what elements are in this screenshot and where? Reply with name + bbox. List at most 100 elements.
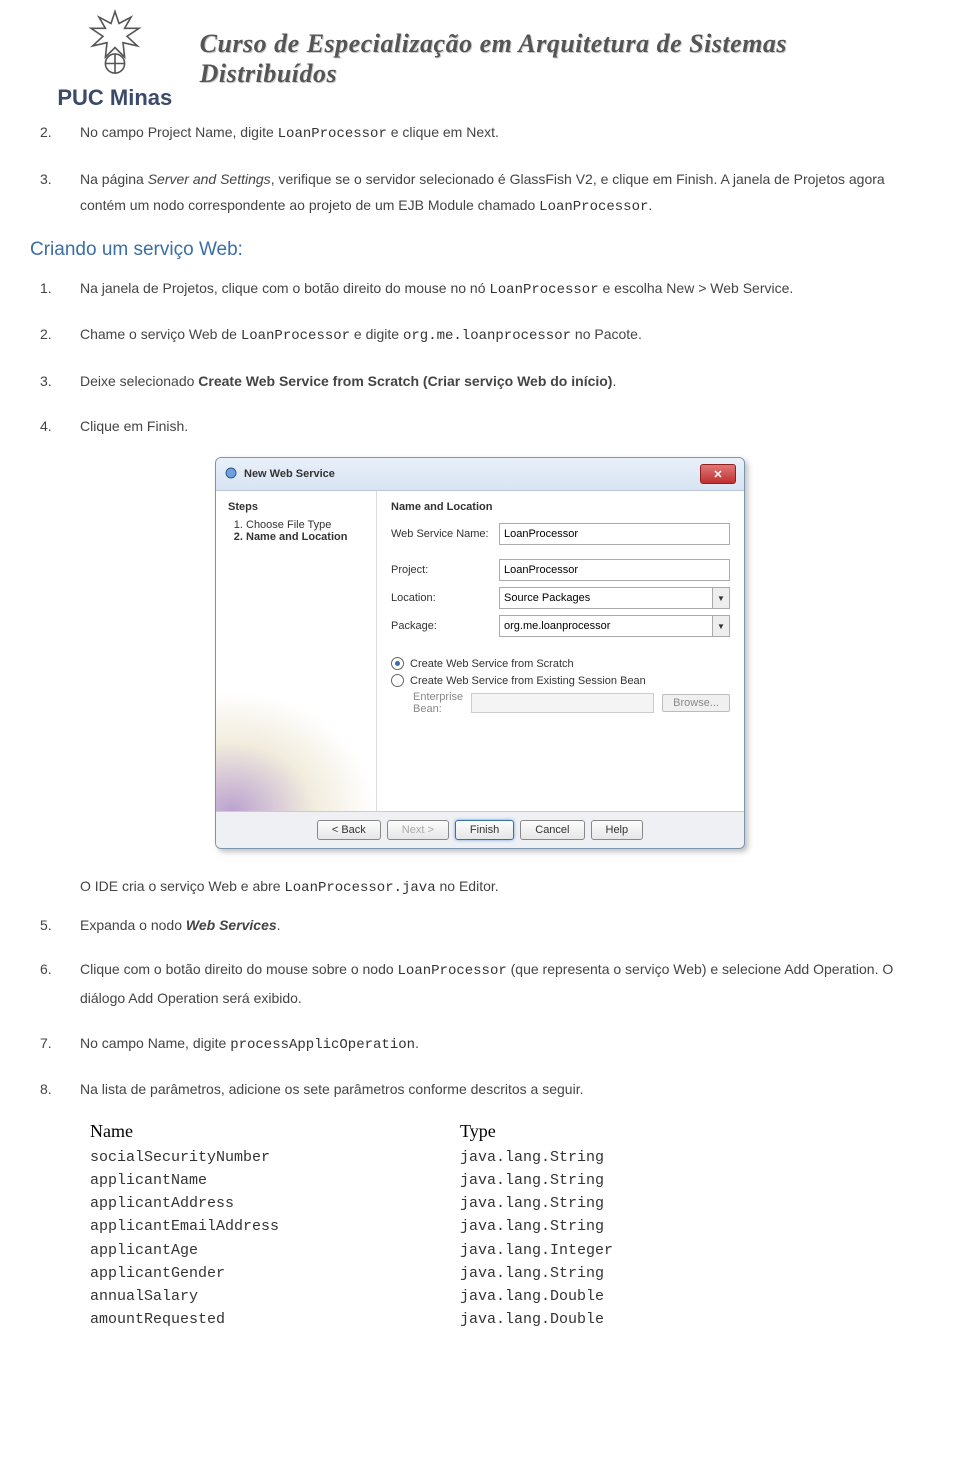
dialog-window: New Web Service ✕ Steps Choose File Type… (215, 457, 745, 849)
close-button[interactable]: ✕ (700, 464, 736, 484)
logo-block: PUC Minas (30, 6, 200, 111)
radio-scratch[interactable]: Create Web Service from Scratch (391, 657, 730, 670)
col-name: Name (90, 1121, 460, 1142)
param-row: applicantNamejava.lang.String (90, 1169, 930, 1192)
list-item: 3.Deixe selecionado Create Web Service f… (30, 368, 930, 395)
list-text: Na janela de Projetos, clique com o botã… (80, 275, 930, 304)
chevron-down-icon[interactable]: ▼ (713, 587, 730, 609)
text-segment: org.me.loanprocessor (403, 328, 571, 344)
row-package: Package: ▼ (391, 615, 730, 637)
text-segment: e digite (350, 326, 403, 342)
param-row: applicantGenderjava.lang.String (90, 1262, 930, 1285)
instruction-list-service: 1.Na janela de Projetos, clique com o bo… (30, 275, 930, 439)
row-location: Location: ▼ (391, 587, 730, 609)
text-segment: LoanProcessor (398, 963, 507, 979)
param-name: amountRequested (90, 1308, 460, 1331)
after-dialog-text: O IDE cria o serviço Web e abre LoanProc… (80, 873, 930, 902)
text-segment: O IDE cria o serviço Web e abre (80, 878, 284, 894)
text-segment: Chame o serviço Web de (80, 326, 241, 342)
steps-heading: Steps (228, 501, 366, 513)
list-item: 7.No campo Name, digite processApplicOpe… (30, 1030, 930, 1059)
browse-button: Browse... (662, 694, 730, 712)
package-combo[interactable]: ▼ (499, 615, 730, 637)
page-header: PUC Minas Curso de Especialização em Arq… (30, 0, 930, 111)
col-type: Type (460, 1121, 496, 1142)
param-name: applicantEmailAddress (90, 1215, 460, 1238)
steps-list: Choose File Type Name and Location (228, 519, 366, 543)
radio-icon (391, 657, 404, 670)
dialog-steps-panel: Steps Choose File Type Name and Location (216, 491, 377, 811)
package-label: Package: (391, 620, 499, 632)
radio-existing[interactable]: Create Web Service from Existing Session… (391, 674, 730, 687)
instruction-list-post: 5.Expanda o nodo Web Services. 6.Clique c… (30, 912, 930, 1103)
dialog-title-text: New Web Service (244, 468, 335, 480)
text-segment: Na janela de Projetos, clique com o botã… (80, 280, 489, 296)
list-item: 4.Clique em Finish. (30, 413, 930, 440)
list-number: 3. (30, 368, 80, 395)
list-text: Na página Server and Settings, verifique… (80, 166, 930, 221)
list-item: 6.Clique com o botão direito do mouse so… (30, 956, 930, 1011)
text-segment: No campo Name, digite (80, 1035, 230, 1051)
param-row: amountRequestedjava.lang.Double (90, 1308, 930, 1331)
param-row: applicantAgejava.lang.Integer (90, 1239, 930, 1262)
dialog-button-bar: < Back Next > Finish Cancel Help (216, 811, 744, 848)
param-type: java.lang.String (460, 1192, 604, 1215)
crest-icon (75, 6, 155, 81)
list-item: 3.Na página Server and Settings, verifiq… (30, 166, 930, 221)
step-1: Choose File Type (246, 519, 366, 531)
panel-heading: Name and Location (391, 501, 730, 513)
cancel-button[interactable]: Cancel (520, 820, 584, 840)
next-button: Next > (387, 820, 449, 840)
location-label: Location: (391, 592, 499, 604)
back-button[interactable]: < Back (317, 820, 381, 840)
param-row: applicantAddressjava.lang.String (90, 1192, 930, 1215)
text-segment: LoanProcessor (539, 199, 648, 215)
text-segment: . (612, 373, 616, 389)
text-segment: Server and Settings (148, 171, 271, 187)
text-segment: Deixe selecionado (80, 373, 198, 389)
help-button[interactable]: Help (591, 820, 644, 840)
location-input[interactable] (499, 587, 713, 609)
text-segment: LoanProcessor (278, 126, 387, 142)
text-segment: no Editor. (436, 878, 499, 894)
text-segment: . (277, 917, 281, 933)
list-text: Na lista de parâmetros, adicione os sete… (80, 1076, 930, 1103)
list-number: 5. (30, 912, 80, 939)
project-label: Project: (391, 564, 499, 576)
text-segment: . (648, 197, 652, 213)
dialog-titlebar: New Web Service ✕ (216, 458, 744, 491)
param-type: java.lang.Double (460, 1308, 604, 1331)
param-type: java.lang.Double (460, 1285, 604, 1308)
instruction-list-top: 2.No campo Project Name, digite LoanProc… (30, 119, 930, 221)
ws-name-input[interactable] (499, 523, 730, 545)
location-combo[interactable]: ▼ (499, 587, 730, 609)
list-number: 2. (30, 119, 80, 148)
finish-button[interactable]: Finish (455, 820, 514, 840)
chevron-down-icon[interactable]: ▼ (713, 615, 730, 637)
close-icon: ✕ (713, 468, 722, 481)
list-item: 5.Expanda o nodo Web Services. (30, 912, 930, 939)
package-input[interactable] (499, 615, 713, 637)
list-number: 3. (30, 166, 80, 221)
text-segment: Expanda o nodo (80, 917, 186, 933)
list-number: 4. (30, 413, 80, 440)
step-2: Name and Location (246, 531, 366, 543)
radio-scratch-label: Create Web Service from Scratch (410, 658, 574, 670)
param-type: java.lang.String (460, 1262, 604, 1285)
text-segment: LoanProcessor (241, 328, 350, 344)
list-text: Expanda o nodo Web Services. (80, 912, 930, 939)
param-table: Name Type socialSecurityNumberjava.lang.… (90, 1121, 930, 1332)
param-name: annualSalary (90, 1285, 460, 1308)
text-segment: e clique em Next. (387, 124, 499, 140)
param-type: java.lang.Integer (460, 1239, 613, 1262)
ent-bean-input (471, 693, 654, 713)
list-item: 1.Na janela de Projetos, clique com o bo… (30, 275, 930, 304)
text-segment: processApplicOperation (230, 1037, 415, 1053)
param-name: applicantName (90, 1169, 460, 1192)
param-name: socialSecurityNumber (90, 1146, 460, 1169)
project-input[interactable] (499, 559, 730, 581)
list-item: 2.No campo Project Name, digite LoanProc… (30, 119, 930, 148)
text-segment: Na lista de parâmetros, adicione os sete… (80, 1081, 583, 1097)
text-segment: e escolha New > Web Service. (599, 280, 794, 296)
list-item: 2.Chame o serviço Web de LoanProcessor e… (30, 321, 930, 350)
